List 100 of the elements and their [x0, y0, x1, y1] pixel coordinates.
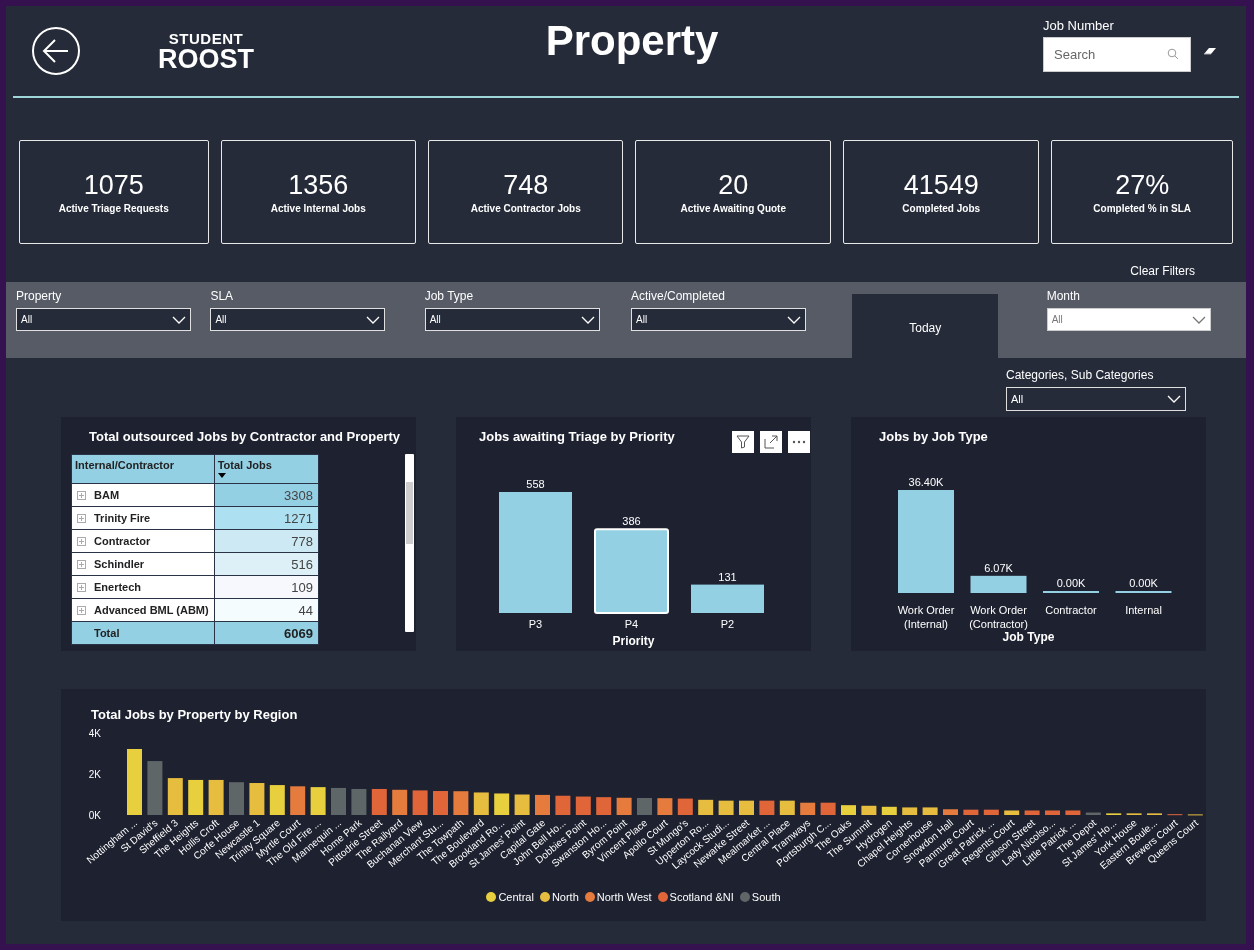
- kpi-value: 41549: [903, 170, 979, 201]
- search-field[interactable]: Search: [1043, 37, 1191, 72]
- bar[interactable]: [392, 789, 408, 815]
- axis-title: Job Type: [1002, 630, 1055, 644]
- kpi-label: Active Awaiting Quote: [680, 203, 786, 214]
- legend-item[interactable]: South: [739, 891, 781, 903]
- value-label: 131: [718, 570, 737, 583]
- category-label: P2: [720, 618, 735, 630]
- chart-title: Total Jobs by Property by Region: [91, 707, 298, 722]
- bar[interactable]: [902, 807, 918, 815]
- expand-icon[interactable]: [77, 605, 86, 615]
- filter-icon[interactable]: [732, 431, 754, 453]
- chevron-down-icon: [787, 315, 801, 324]
- legend-label: North West: [596, 891, 652, 903]
- column-header[interactable]: Internal/Contractor: [71, 454, 215, 484]
- today-button[interactable]: Today: [852, 294, 999, 361]
- legend-item[interactable]: North: [539, 891, 579, 903]
- filter-dropdown[interactable]: All: [631, 308, 806, 331]
- value-label: 386: [622, 515, 641, 528]
- category-label: P3: [528, 618, 543, 630]
- axis-tick-label: 4K: [88, 728, 101, 739]
- bar[interactable]: [861, 805, 877, 815]
- bar[interactable]: [718, 800, 734, 815]
- kpi-value: 1356: [288, 170, 349, 201]
- filter-label: Active/Completed: [631, 289, 727, 303]
- bar[interactable]: [1004, 810, 1020, 815]
- filter-dropdown[interactable]: All: [424, 308, 600, 331]
- scrollbar[interactable]: [405, 454, 414, 632]
- bar[interactable]: [269, 785, 285, 815]
- expand-icon[interactable]: [77, 490, 86, 500]
- filter-dropdown[interactable]: All: [210, 308, 386, 331]
- axis-title: Priority: [612, 634, 655, 648]
- filter-dropdown[interactable]: All: [1006, 387, 1186, 411]
- search-icon: [1167, 48, 1179, 60]
- bar[interactable]: [800, 802, 816, 815]
- bar[interactable]: [779, 800, 795, 815]
- bar[interactable]: [371, 788, 387, 815]
- expand-icon[interactable]: [77, 559, 86, 569]
- axis-tick-label: 2K: [88, 769, 101, 780]
- sort-icon: [217, 473, 226, 478]
- kpi-value: 1075: [83, 170, 144, 201]
- filter-dropdown[interactable]: All: [1046, 308, 1211, 331]
- chart-title: Jobs by Job Type: [879, 429, 988, 444]
- kpi-label: Completed % in SLA: [1093, 203, 1192, 214]
- kpi-label: Completed Jobs: [902, 203, 981, 214]
- expand-icon[interactable]: [760, 431, 782, 453]
- expand-icon[interactable]: [77, 513, 86, 523]
- bar[interactable]: [881, 806, 897, 815]
- value-label: 0.00K: [1129, 577, 1158, 589]
- search-label: Job Number: [1043, 18, 1115, 33]
- bar[interactable]: [970, 575, 1027, 593]
- category-label: Work Order (Contractor): [969, 604, 1028, 630]
- kpi-value: 27%: [1115, 170, 1170, 201]
- kpi-value: 20: [718, 170, 749, 201]
- value-label: 558: [526, 478, 545, 490]
- page-title: Property: [545, 17, 719, 65]
- legend-item[interactable]: Central: [486, 891, 534, 903]
- legend-label: Central: [498, 891, 534, 903]
- clear-filters-link[interactable]: Clear Filters: [1130, 264, 1195, 278]
- more-options-icon[interactable]: [788, 431, 810, 453]
- table-cell: Total: [71, 621, 215, 645]
- kpi-value: 748: [503, 170, 549, 201]
- category-label: P4: [624, 618, 639, 630]
- legend-label: North: [551, 891, 579, 903]
- value-label: 0.00K: [1056, 577, 1086, 589]
- filter-dropdown[interactable]: All: [16, 308, 191, 331]
- category-label: Work Order (Internal): [897, 604, 955, 630]
- legend-item[interactable]: Scotland &NI: [657, 891, 734, 903]
- filter-label: SLA: [210, 289, 235, 303]
- row-label: Schindler: [94, 558, 145, 570]
- category-label: Contractor: [1045, 604, 1097, 616]
- filter-label: Job Type: [424, 289, 475, 303]
- bar[interactable]: [188, 779, 204, 815]
- column-header[interactable]: Total Jobs: [214, 454, 319, 484]
- expand-icon[interactable]: [77, 582, 86, 592]
- legend-label: Scotland &NI: [669, 891, 734, 903]
- bar[interactable]: [208, 779, 224, 815]
- bar[interactable]: [698, 799, 714, 815]
- chevron-down-icon: [366, 315, 381, 324]
- chevron-down-icon: [580, 315, 595, 324]
- row-label: BAM: [94, 489, 120, 501]
- bar[interactable]: [535, 794, 550, 815]
- legend-label: South: [751, 891, 781, 903]
- bar[interactable]: [739, 800, 754, 815]
- eraser-icon[interactable]: [1203, 46, 1217, 56]
- chart-title: Jobs awaiting Triage by Priority: [479, 429, 675, 444]
- row-label: Trinity Fire: [94, 512, 151, 524]
- expand-icon[interactable]: [77, 536, 86, 546]
- bar[interactable]: [473, 792, 489, 815]
- bar[interactable]: [167, 778, 183, 815]
- row-label: Enertech: [94, 581, 142, 593]
- panel-title: Total outsourced Jobs by Contractor and Property: [89, 429, 401, 444]
- chevron-down-icon: [172, 315, 186, 324]
- value-label: 36.40K: [908, 476, 944, 488]
- bar[interactable]: [616, 797, 632, 815]
- bar[interactable]: [290, 786, 306, 815]
- kpi-label: Active Internal Jobs: [270, 203, 366, 214]
- legend-item[interactable]: North West: [584, 891, 652, 903]
- bar[interactable]: [494, 793, 510, 815]
- filter-label: Property: [16, 289, 63, 303]
